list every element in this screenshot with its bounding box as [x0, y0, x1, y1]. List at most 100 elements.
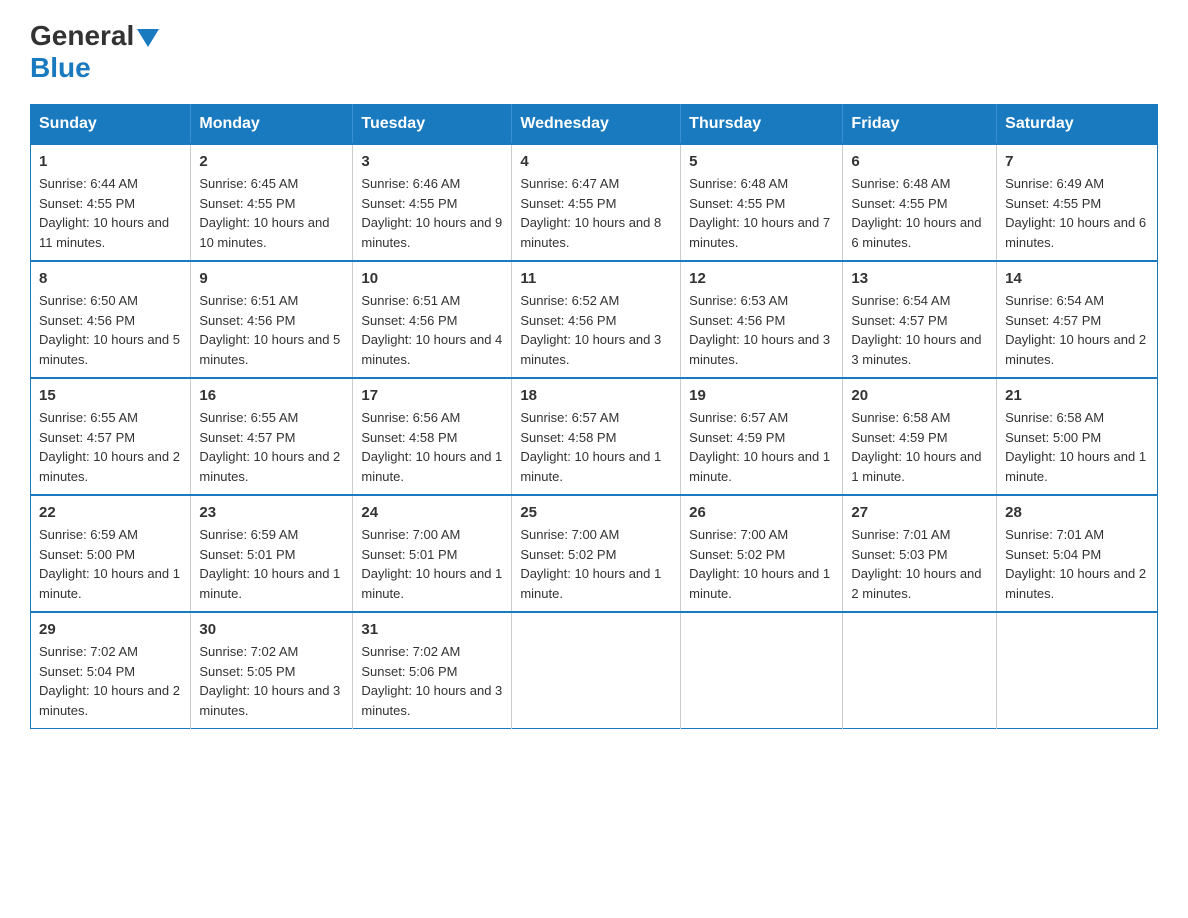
- day-number: 28: [1005, 504, 1149, 521]
- day-cell: 20 Sunrise: 6:58 AM Sunset: 4:59 PM Dayl…: [843, 378, 997, 495]
- sunrise-label: Sunrise: 6:46 AM: [361, 176, 460, 191]
- daylight-label: Daylight: 10 hours and 2 minutes.: [39, 449, 180, 484]
- day-info: Sunrise: 6:48 AM Sunset: 4:55 PM Dayligh…: [689, 174, 834, 252]
- day-cell: 4 Sunrise: 6:47 AM Sunset: 4:55 PM Dayli…: [512, 144, 681, 261]
- daylight-label: Daylight: 10 hours and 1 minute.: [199, 566, 340, 601]
- day-cell: 24 Sunrise: 7:00 AM Sunset: 5:01 PM Dayl…: [353, 495, 512, 612]
- daylight-label: Daylight: 10 hours and 1 minute.: [851, 449, 981, 484]
- sunset-label: Sunset: 4:55 PM: [39, 196, 135, 211]
- daylight-label: Daylight: 10 hours and 1 minute.: [520, 566, 661, 601]
- day-cell: 29 Sunrise: 7:02 AM Sunset: 5:04 PM Dayl…: [31, 612, 191, 729]
- day-info: Sunrise: 6:50 AM Sunset: 4:56 PM Dayligh…: [39, 291, 182, 369]
- day-info: Sunrise: 6:59 AM Sunset: 5:00 PM Dayligh…: [39, 525, 182, 603]
- sunrise-label: Sunrise: 6:57 AM: [520, 410, 619, 425]
- week-row-3: 15 Sunrise: 6:55 AM Sunset: 4:57 PM Dayl…: [31, 378, 1158, 495]
- weekday-header-wednesday: Wednesday: [512, 105, 681, 145]
- day-number: 22: [39, 504, 182, 521]
- sunset-label: Sunset: 4:56 PM: [199, 313, 295, 328]
- sunset-label: Sunset: 4:58 PM: [520, 430, 616, 445]
- day-number: 8: [39, 270, 182, 287]
- day-cell: 1 Sunrise: 6:44 AM Sunset: 4:55 PM Dayli…: [31, 144, 191, 261]
- sunset-label: Sunset: 4:57 PM: [199, 430, 295, 445]
- sunset-label: Sunset: 4:55 PM: [361, 196, 457, 211]
- sunset-label: Sunset: 4:57 PM: [851, 313, 947, 328]
- sunset-label: Sunset: 5:06 PM: [361, 664, 457, 679]
- sunset-label: Sunset: 4:56 PM: [361, 313, 457, 328]
- sunrise-label: Sunrise: 6:59 AM: [39, 527, 138, 542]
- sunrise-label: Sunrise: 7:00 AM: [520, 527, 619, 542]
- day-info: Sunrise: 6:51 AM Sunset: 4:56 PM Dayligh…: [361, 291, 503, 369]
- sunset-label: Sunset: 5:05 PM: [199, 664, 295, 679]
- sunrise-label: Sunrise: 6:47 AM: [520, 176, 619, 191]
- day-info: Sunrise: 6:54 AM Sunset: 4:57 PM Dayligh…: [851, 291, 988, 369]
- weekday-header-saturday: Saturday: [997, 105, 1158, 145]
- daylight-label: Daylight: 10 hours and 2 minutes.: [851, 566, 981, 601]
- day-number: 9: [199, 270, 344, 287]
- sunset-label: Sunset: 4:57 PM: [39, 430, 135, 445]
- daylight-label: Daylight: 10 hours and 6 minutes.: [1005, 215, 1146, 250]
- day-number: 7: [1005, 153, 1149, 170]
- daylight-label: Daylight: 10 hours and 1 minute.: [39, 566, 180, 601]
- sunrise-label: Sunrise: 7:01 AM: [1005, 527, 1104, 542]
- week-row-1: 1 Sunrise: 6:44 AM Sunset: 4:55 PM Dayli…: [31, 144, 1158, 261]
- daylight-label: Daylight: 10 hours and 1 minute.: [520, 449, 661, 484]
- calendar-table: SundayMondayTuesdayWednesdayThursdayFrid…: [30, 104, 1158, 729]
- daylight-label: Daylight: 10 hours and 1 minute.: [361, 566, 502, 601]
- day-info: Sunrise: 6:55 AM Sunset: 4:57 PM Dayligh…: [199, 408, 344, 486]
- logo-general-text: General: [30, 20, 134, 52]
- daylight-label: Daylight: 10 hours and 1 minute.: [361, 449, 502, 484]
- daylight-label: Daylight: 10 hours and 3 minutes.: [851, 332, 981, 367]
- daylight-label: Daylight: 10 hours and 1 minute.: [689, 566, 830, 601]
- sunset-label: Sunset: 5:01 PM: [361, 547, 457, 562]
- sunrise-label: Sunrise: 6:54 AM: [851, 293, 950, 308]
- day-number: 26: [689, 504, 834, 521]
- day-number: 18: [520, 387, 672, 404]
- sunrise-label: Sunrise: 6:51 AM: [361, 293, 460, 308]
- daylight-label: Daylight: 10 hours and 10 minutes.: [199, 215, 329, 250]
- week-row-2: 8 Sunrise: 6:50 AM Sunset: 4:56 PM Dayli…: [31, 261, 1158, 378]
- day-info: Sunrise: 6:55 AM Sunset: 4:57 PM Dayligh…: [39, 408, 182, 486]
- day-number: 23: [199, 504, 344, 521]
- sunset-label: Sunset: 4:59 PM: [851, 430, 947, 445]
- day-info: Sunrise: 6:58 AM Sunset: 4:59 PM Dayligh…: [851, 408, 988, 486]
- day-number: 15: [39, 387, 182, 404]
- sunset-label: Sunset: 4:55 PM: [851, 196, 947, 211]
- day-cell: 25 Sunrise: 7:00 AM Sunset: 5:02 PM Dayl…: [512, 495, 681, 612]
- daylight-label: Daylight: 10 hours and 5 minutes.: [39, 332, 180, 367]
- sunset-label: Sunset: 4:57 PM: [1005, 313, 1101, 328]
- day-cell: 28 Sunrise: 7:01 AM Sunset: 5:04 PM Dayl…: [997, 495, 1158, 612]
- day-cell: 19 Sunrise: 6:57 AM Sunset: 4:59 PM Dayl…: [681, 378, 843, 495]
- sunset-label: Sunset: 4:58 PM: [361, 430, 457, 445]
- day-cell: 23 Sunrise: 6:59 AM Sunset: 5:01 PM Dayl…: [191, 495, 353, 612]
- day-cell: [843, 612, 997, 729]
- day-info: Sunrise: 6:56 AM Sunset: 4:58 PM Dayligh…: [361, 408, 503, 486]
- day-number: 20: [851, 387, 988, 404]
- day-number: 14: [1005, 270, 1149, 287]
- sunset-label: Sunset: 4:56 PM: [39, 313, 135, 328]
- sunrise-label: Sunrise: 6:57 AM: [689, 410, 788, 425]
- daylight-label: Daylight: 10 hours and 7 minutes.: [689, 215, 830, 250]
- day-cell: 22 Sunrise: 6:59 AM Sunset: 5:00 PM Dayl…: [31, 495, 191, 612]
- daylight-label: Daylight: 10 hours and 6 minutes.: [851, 215, 981, 250]
- daylight-label: Daylight: 10 hours and 8 minutes.: [520, 215, 661, 250]
- sunrise-label: Sunrise: 7:01 AM: [851, 527, 950, 542]
- day-info: Sunrise: 7:00 AM Sunset: 5:02 PM Dayligh…: [689, 525, 834, 603]
- sunrise-label: Sunrise: 7:02 AM: [199, 644, 298, 659]
- sunrise-label: Sunrise: 6:59 AM: [199, 527, 298, 542]
- day-info: Sunrise: 7:02 AM Sunset: 5:04 PM Dayligh…: [39, 642, 182, 720]
- day-cell: 7 Sunrise: 6:49 AM Sunset: 4:55 PM Dayli…: [997, 144, 1158, 261]
- day-cell: 2 Sunrise: 6:45 AM Sunset: 4:55 PM Dayli…: [191, 144, 353, 261]
- day-cell: 26 Sunrise: 7:00 AM Sunset: 5:02 PM Dayl…: [681, 495, 843, 612]
- sunset-label: Sunset: 5:04 PM: [39, 664, 135, 679]
- day-cell: 27 Sunrise: 7:01 AM Sunset: 5:03 PM Dayl…: [843, 495, 997, 612]
- sunset-label: Sunset: 4:56 PM: [689, 313, 785, 328]
- day-number: 6: [851, 153, 988, 170]
- day-number: 10: [361, 270, 503, 287]
- day-info: Sunrise: 7:01 AM Sunset: 5:03 PM Dayligh…: [851, 525, 988, 603]
- day-cell: 3 Sunrise: 6:46 AM Sunset: 4:55 PM Dayli…: [353, 144, 512, 261]
- daylight-label: Daylight: 10 hours and 3 minutes.: [520, 332, 661, 367]
- page-header: General Blue: [30, 20, 1158, 84]
- day-info: Sunrise: 6:54 AM Sunset: 4:57 PM Dayligh…: [1005, 291, 1149, 369]
- weekday-header-tuesday: Tuesday: [353, 105, 512, 145]
- sunrise-label: Sunrise: 6:55 AM: [39, 410, 138, 425]
